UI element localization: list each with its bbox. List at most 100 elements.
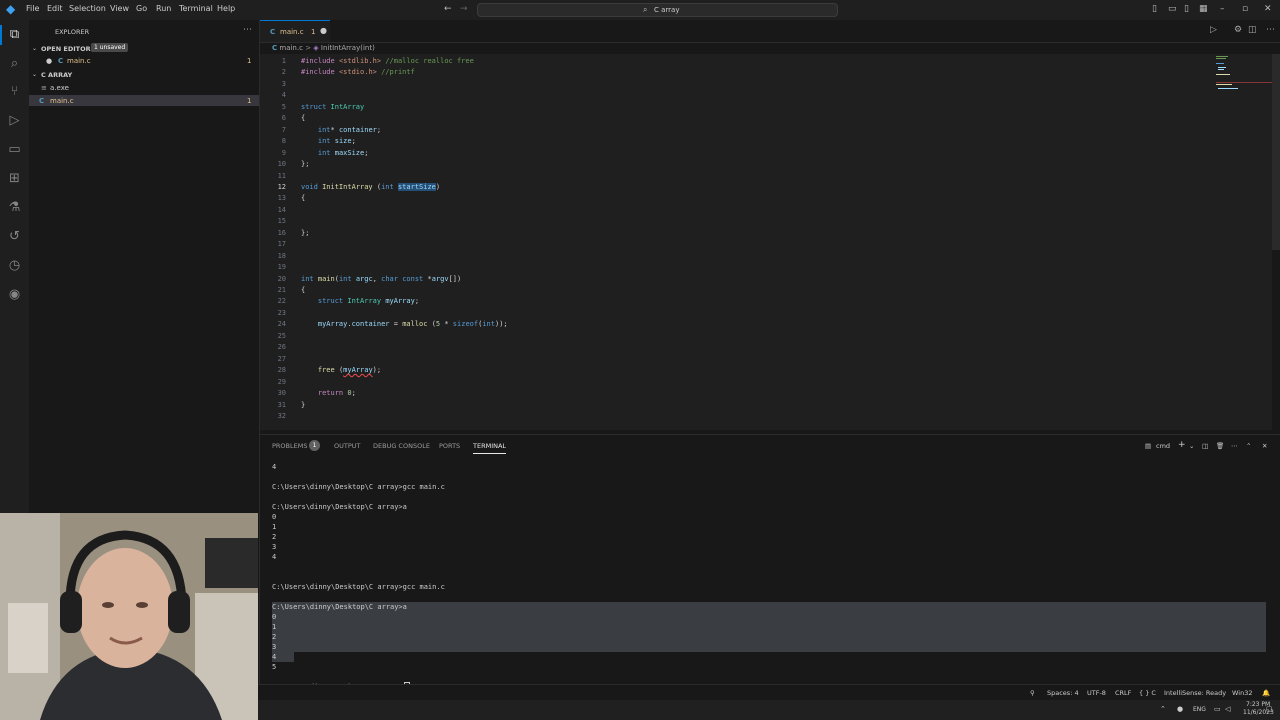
menu-file[interactable]: File (26, 4, 39, 13)
notifications-bell-icon[interactable]: 🔔 (1262, 689, 1270, 697)
code-line[interactable]: 31} (260, 400, 1260, 411)
chevron-up-icon[interactable]: ⌃ (1160, 705, 1166, 713)
close-window-icon[interactable]: ✕ (1264, 4, 1272, 14)
menu-selection[interactable]: Selection (69, 4, 106, 13)
back-arrow-icon[interactable]: ← (444, 4, 452, 14)
code-line[interactable]: 12 void InitIntArray (int startSize) (260, 182, 1260, 193)
run-file-icon[interactable]: ▷ (1210, 25, 1217, 35)
code-line[interactable]: 14 (260, 205, 1260, 216)
code-text[interactable]: struct IntArray (301, 102, 364, 113)
toggle-secondary-sidebar-icon[interactable]: ▯ (1184, 4, 1189, 14)
tab-main-c[interactable]: C main.c 1 ● (260, 20, 330, 42)
split-terminal-icon[interactable]: ◫ (1202, 442, 1208, 450)
code-line[interactable]: 28 free (myArray); (260, 365, 1260, 376)
minimap[interactable] (1214, 54, 1272, 94)
code-line[interactable]: 23 (260, 308, 1260, 319)
chevron-down-icon[interactable]: ⌄ (32, 45, 37, 52)
code-text[interactable]: int size; (301, 136, 356, 147)
code-line[interactable]: 10}; (260, 159, 1260, 170)
close-panel-icon[interactable]: ✕ (1262, 442, 1267, 450)
file-main-c[interactable]: main.c (50, 97, 74, 105)
menu-edit[interactable]: Edit (47, 4, 63, 13)
code-line[interactable]: 9 int maxSize; (260, 148, 1260, 159)
breadcrumb-symbol[interactable]: InitIntArray(int) (321, 44, 375, 52)
folder-header[interactable]: C ARRAY (41, 71, 72, 79)
tab-problems[interactable]: PROBLEMS (272, 442, 307, 450)
encoding-status[interactable]: UTF-8 (1087, 689, 1106, 697)
notification-icon[interactable]: ▢ (1266, 705, 1273, 713)
code-text[interactable]: struct IntArray myArray; (301, 296, 419, 307)
code-line[interactable]: 15 (260, 216, 1260, 227)
code-text[interactable]: }; (301, 159, 309, 170)
code-text[interactable]: }; (301, 228, 309, 239)
testing-icon[interactable]: ⚗ (6, 199, 23, 216)
code-text[interactable]: { (301, 285, 305, 296)
run-debug-icon[interactable]: ▷ (6, 112, 23, 129)
indentation-status[interactable]: Spaces: 4 (1047, 689, 1079, 697)
explorer-icon[interactable]: ⧉ (6, 26, 23, 43)
code-line[interactable]: 29 (260, 377, 1260, 388)
code-line[interactable]: 4 (260, 90, 1260, 101)
split-editor-icon[interactable]: ◫ (1248, 25, 1257, 35)
code-editor[interactable]: 1 #include <stdlib.h> //malloc realloc fr… (260, 54, 1272, 430)
timeline-icon[interactable]: ◷ (6, 257, 23, 274)
code-text[interactable]: free (myArray); (301, 365, 381, 376)
breadcrumb-file[interactable]: main.c (279, 44, 303, 52)
code-text[interactable]: int* container; (301, 125, 381, 136)
minimize-icon[interactable]: – (1220, 4, 1225, 14)
tab-output[interactable]: OUTPUT (334, 442, 361, 450)
open-editor-main-c[interactable]: main.c (67, 57, 91, 65)
tab-debug-console[interactable]: DEBUG CONSOLE (373, 442, 430, 450)
code-line[interactable]: 21 { (260, 285, 1260, 296)
new-terminal-icon[interactable]: + (1178, 440, 1186, 450)
code-text[interactable]: void InitIntArray (int startSize) (301, 182, 440, 193)
code-line[interactable]: 22 struct IntArray myArray; (260, 296, 1260, 307)
menu-terminal[interactable]: Terminal (179, 4, 213, 13)
unsaved-dot-icon[interactable]: ● (320, 26, 327, 35)
microphone-icon[interactable]: ● (1177, 705, 1183, 713)
code-line[interactable]: 20 int main(int argc, char const *argv[]) (260, 274, 1260, 285)
menu-go[interactable]: Go (136, 4, 147, 13)
code-line[interactable]: 6{ (260, 113, 1260, 124)
code-line[interactable]: 11 (260, 171, 1260, 182)
chevron-down-icon[interactable]: ⌄ (1189, 442, 1194, 450)
menu-view[interactable]: View (110, 4, 129, 13)
code-line[interactable]: 32 (260, 411, 1260, 422)
more-actions-icon[interactable]: ⋯ (243, 25, 252, 35)
remote-explorer-icon[interactable]: ▭ (6, 141, 23, 158)
code-text[interactable]: myArray.container = malloc (5 * sizeof(i… (301, 319, 508, 330)
code-line[interactable]: 24 myArray.container = malloc (5 * sizeo… (260, 319, 1260, 330)
tab-ports[interactable]: PORTS (439, 442, 460, 450)
file-a-exe[interactable]: a.exe (50, 84, 69, 92)
tab-terminal[interactable]: TERMINAL (473, 442, 507, 454)
code-line[interactable]: 13 { (260, 193, 1260, 204)
maximize-icon[interactable]: ▫ (1242, 4, 1248, 14)
open-editors-header[interactable]: OPEN EDITORS (41, 45, 95, 53)
port-forward-icon[interactable]: ⚲ (1030, 689, 1035, 697)
file-main-c-row[interactable]: C main.c 1 (29, 95, 259, 106)
trash-icon[interactable]: 🗑 (1216, 442, 1224, 450)
search-view-icon[interactable]: ⌕ (6, 55, 23, 72)
toggle-primary-sidebar-icon[interactable]: ▯ (1152, 4, 1157, 14)
code-line[interactable]: 17 (260, 239, 1260, 250)
more-actions-icon[interactable]: ⋯ (1231, 442, 1238, 450)
code-text[interactable]: { (301, 193, 305, 204)
menu-help[interactable]: Help (217, 4, 235, 13)
live-share-icon[interactable]: ↺ (6, 228, 23, 245)
eol-status[interactable]: CRLF (1115, 689, 1131, 697)
code-line[interactable]: 5 struct IntArray (260, 102, 1260, 113)
code-text[interactable]: int main(int argc, char const *argv[]) (301, 274, 461, 285)
shell-name[interactable]: cmd (1156, 442, 1170, 450)
copilot-icon[interactable]: ◉ (6, 286, 23, 303)
language-indicator[interactable]: ENG (1193, 706, 1206, 713)
code-line[interactable]: 19 (260, 262, 1260, 273)
extensions-icon[interactable]: ⊞ (6, 170, 23, 187)
code-line[interactable]: 27 (260, 354, 1260, 365)
code-text[interactable]: { (301, 113, 305, 124)
forward-arrow-icon[interactable]: → (460, 4, 468, 14)
code-line[interactable]: 26 (260, 342, 1260, 353)
code-line[interactable]: 16}; (260, 228, 1260, 239)
settings-gear-icon[interactable]: ⚙ (1234, 25, 1242, 35)
code-text[interactable]: #include <stdio.h> //printf (301, 67, 415, 78)
code-line[interactable]: 1 #include <stdlib.h> //malloc realloc fr… (260, 56, 1260, 67)
